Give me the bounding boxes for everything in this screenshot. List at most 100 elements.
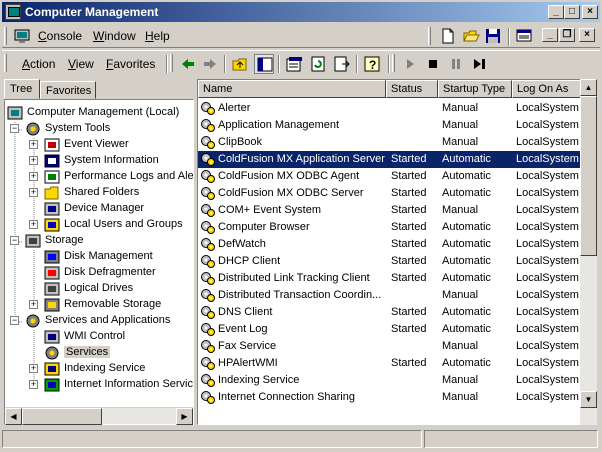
restart-service-icon[interactable] <box>469 54 489 74</box>
service-row[interactable]: DefWatch Started Automatic LocalSystem <box>198 236 580 253</box>
scroll-down-button[interactable]: ▼ <box>580 391 597 408</box>
menu-console[interactable]: Console <box>38 29 82 43</box>
service-startup-type: Manual <box>442 374 479 386</box>
tree-item-label: Event Viewer <box>64 138 129 150</box>
expand-icon[interactable]: + <box>29 188 38 197</box>
stop-service-icon[interactable] <box>423 54 443 74</box>
collapse-icon[interactable]: − <box>10 236 19 245</box>
properties-icon[interactable] <box>284 54 304 74</box>
service-row[interactable]: Distributed Link Tracking Client Started A… <box>198 270 580 287</box>
column-header-startup-type[interactable]: Startup Type <box>438 80 512 98</box>
menu-favorites[interactable]: Favorites <box>106 57 155 71</box>
export-list-icon[interactable] <box>332 54 352 74</box>
child-restore-button[interactable]: ❐ <box>559 28 575 42</box>
service-row[interactable]: Fax Service Manual LocalSystem <box>198 338 580 355</box>
service-row[interactable]: Distributed Transaction Coordin... Manual… <box>198 287 580 304</box>
show-tree-icon[interactable] <box>254 54 274 74</box>
back-arrow-icon[interactable] <box>178 54 198 74</box>
child-close-button[interactable]: × <box>579 28 595 42</box>
column-header-log-on-as[interactable]: Log On As <box>512 80 580 98</box>
tab-tree-label: Tree <box>10 83 33 95</box>
expand-icon[interactable]: + <box>29 220 38 229</box>
menu-help[interactable]: Help <box>145 29 170 43</box>
tree-horizontal-scrollbar[interactable]: ◀ ▶ <box>5 407 193 425</box>
expand-icon[interactable]: + <box>29 172 38 181</box>
service-gear-icon <box>201 102 215 115</box>
service-gear-icon <box>201 204 215 217</box>
expand-icon[interactable]: + <box>29 364 38 373</box>
start-service-icon[interactable] <box>400 54 420 74</box>
service-name: Distributed Link Tracking Client <box>218 272 370 284</box>
service-row[interactable]: Event Log Started Automatic LocalSystem <box>198 321 580 338</box>
service-row[interactable]: ColdFusion MX ODBC Server Started Automati… <box>198 185 580 202</box>
service-startup-type: Manual <box>442 102 479 114</box>
tree-scroll-thumb[interactable] <box>22 408 102 425</box>
service-startup-type: Manual <box>442 289 479 301</box>
scroll-left-button[interactable]: ◀ <box>5 408 22 425</box>
service-name: Indexing Service <box>218 374 300 386</box>
service-log-on-as: LocalSystem <box>516 136 579 148</box>
scroll-right-button[interactable]: ▶ <box>176 408 193 425</box>
service-log-on-as: LocalSystem <box>516 340 579 352</box>
info-icon <box>44 154 60 168</box>
column-header-status[interactable]: Status <box>386 80 438 98</box>
service-row[interactable]: Internet Connection Sharing Manual LocalSy… <box>198 389 580 406</box>
close-button[interactable]: × <box>582 5 598 19</box>
menu-view[interactable]: View <box>68 57 94 71</box>
services-vertical-scrollbar[interactable]: ▲ ▼ <box>580 79 597 425</box>
collapse-icon[interactable]: − <box>10 316 19 325</box>
service-grip <box>392 54 395 72</box>
index-icon <box>44 362 60 376</box>
service-startup-type: Manual <box>442 391 479 403</box>
collapse-icon[interactable]: − <box>10 124 19 133</box>
new-icon[interactable] <box>438 26 458 46</box>
service-startup-type: Automatic <box>442 153 491 165</box>
services-scroll-thumb[interactable] <box>580 96 597 256</box>
service-row[interactable]: Alerter Manual LocalSystem <box>198 100 580 117</box>
drive-icon <box>44 282 60 296</box>
service-row[interactable]: ColdFusion MX Application Server Started A… <box>198 151 580 168</box>
menu-window[interactable]: Window <box>93 29 136 43</box>
expand-icon[interactable]: + <box>29 380 38 389</box>
service-row[interactable]: Indexing Service Manual LocalSystem <box>198 372 580 389</box>
service-row[interactable]: COM+ Event System Started Manual LocalSyste… <box>198 202 580 219</box>
tab-favorites[interactable]: Favorites <box>40 81 96 99</box>
expand-icon[interactable]: + <box>29 140 38 149</box>
service-row[interactable]: DHCP Client Started Automatic LocalSystem <box>198 253 580 270</box>
tree-pane[interactable]: Computer Management (Local) − System Tools… <box>4 99 194 425</box>
service-startup-type: Automatic <box>442 238 491 250</box>
service-log-on-as: LocalSystem <box>516 306 579 318</box>
service-row[interactable]: Computer Browser Started Automatic LocalSys… <box>198 219 580 236</box>
service-row[interactable]: ClipBook Manual LocalSystem <box>198 134 580 151</box>
service-row[interactable]: DNS Client Started Automatic LocalSystem <box>198 304 580 321</box>
minimize-button[interactable]: _ <box>548 5 564 19</box>
up-folder-icon[interactable] <box>230 54 250 74</box>
maximize-button[interactable]: □ <box>564 5 580 19</box>
expand-icon[interactable]: + <box>29 156 38 165</box>
service-row[interactable]: Application Management Manual LocalSystem <box>198 117 580 134</box>
menu-action[interactable]: Action <box>22 57 55 71</box>
save-icon[interactable] <box>483 26 503 46</box>
refresh-icon[interactable] <box>308 54 328 74</box>
title-bar[interactable]: Computer Management _ □ × <box>2 2 600 22</box>
expand-icon[interactable]: + <box>29 300 38 309</box>
separator <box>356 55 358 73</box>
tree-item-label: System Tools <box>45 122 111 134</box>
service-name: DHCP Client <box>218 255 281 267</box>
separator <box>388 55 390 73</box>
service-row[interactable]: HPAlertWMI Started Automatic LocalSystem <box>198 355 580 372</box>
forward-arrow-icon[interactable] <box>200 54 220 74</box>
window-list-icon[interactable] <box>514 26 534 46</box>
child-minimize-button[interactable]: _ <box>542 28 558 42</box>
pause-service-icon[interactable] <box>446 54 466 74</box>
help-icon[interactable]: ? <box>362 54 382 74</box>
service-status: Started <box>391 153 427 165</box>
scroll-up-button[interactable]: ▲ <box>580 79 597 96</box>
open-icon[interactable] <box>461 26 481 46</box>
service-startup-type: Automatic <box>442 306 491 318</box>
tab-tree[interactable]: Tree <box>4 79 40 99</box>
service-row[interactable]: ColdFusion MX ODBC Agent Started Automatic… <box>198 168 580 185</box>
service-name: Alerter <box>218 102 251 114</box>
services-list[interactable]: Name Status Startup Type Log On As Alert… <box>197 79 581 425</box>
column-header-name[interactable]: Name <box>198 80 386 98</box>
